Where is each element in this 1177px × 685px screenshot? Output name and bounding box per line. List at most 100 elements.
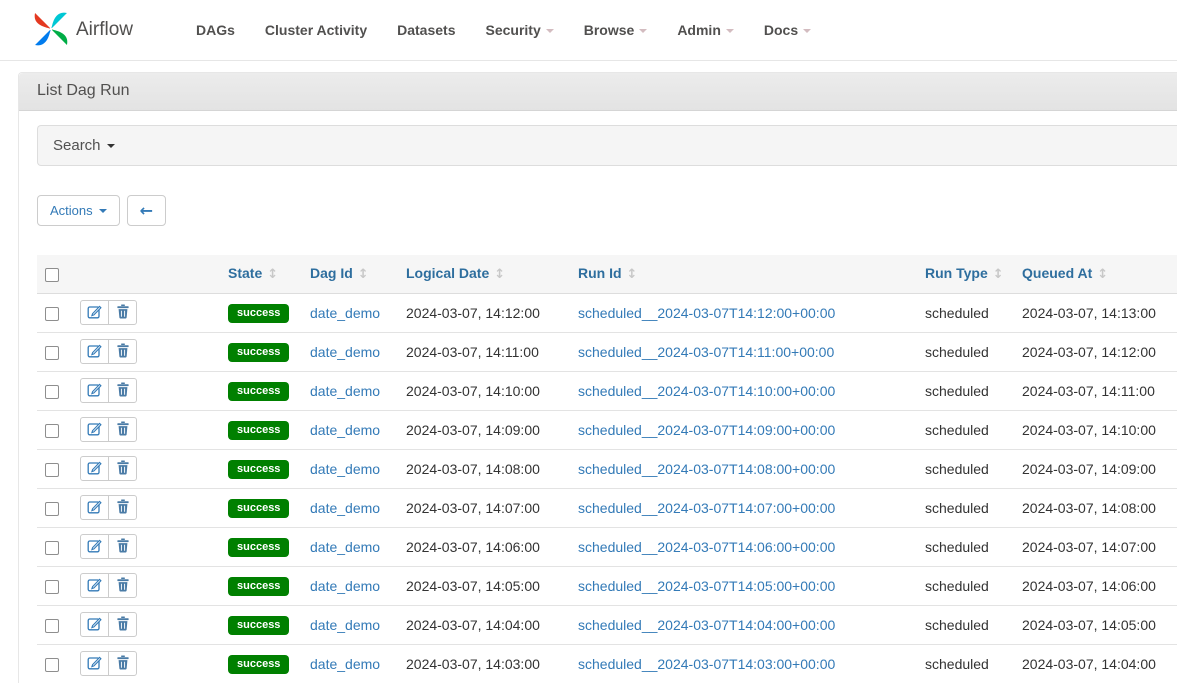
row-checkbox[interactable] (45, 502, 59, 516)
logical-date-cell: 2024-03-07, 14:10:00 (398, 371, 570, 410)
dag-id-link[interactable]: date_demo (310, 539, 380, 555)
sort-icon[interactable]: ↕ (358, 267, 369, 282)
edit-button[interactable] (80, 339, 109, 364)
row-checkbox[interactable] (45, 658, 59, 672)
edit-button[interactable] (80, 651, 109, 676)
nav-item-admin[interactable]: Admin (662, 12, 749, 48)
dag-id-link[interactable]: date_demo (310, 500, 380, 516)
nav-item-cluster-activity[interactable]: Cluster Activity (250, 12, 382, 48)
delete-button[interactable] (108, 573, 137, 598)
row-checkbox[interactable] (45, 424, 59, 438)
run-id-link[interactable]: scheduled__2024-03-07T14:06:00+00:00 (578, 539, 835, 555)
table-row: success date_demo 2024-03-07, 14:12:00 s… (37, 293, 1177, 332)
delete-button[interactable] (108, 495, 137, 520)
delete-button[interactable] (108, 612, 137, 637)
trash-icon (116, 538, 130, 556)
run-id-link[interactable]: scheduled__2024-03-07T14:12:00+00:00 (578, 305, 835, 321)
run-id-link[interactable]: scheduled__2024-03-07T14:08:00+00:00 (578, 461, 835, 477)
logical-date-cell: 2024-03-07, 14:09:00 (398, 410, 570, 449)
dag-id-link[interactable]: date_demo (310, 305, 380, 321)
row-checkbox[interactable] (45, 619, 59, 633)
table-row: success date_demo 2024-03-07, 14:06:00 s… (37, 527, 1177, 566)
run-id-link[interactable]: scheduled__2024-03-07T14:11:00+00:00 (578, 344, 834, 360)
queued-at-cell: 2024-03-07, 14:13:00 (1014, 293, 1177, 332)
run-id-link[interactable]: scheduled__2024-03-07T14:10:00+00:00 (578, 383, 835, 399)
delete-button[interactable] (108, 456, 137, 481)
nav-item-datasets[interactable]: Datasets (382, 12, 470, 48)
dag-id-link[interactable]: date_demo (310, 383, 380, 399)
status-badge: success (228, 655, 289, 674)
logical-date-cell: 2024-03-07, 14:05:00 (398, 566, 570, 605)
back-arrow-icon: ← (140, 203, 153, 219)
delete-button[interactable] (108, 339, 137, 364)
run-id-link[interactable]: scheduled__2024-03-07T14:07:00+00:00 (578, 500, 835, 516)
run-type-cell: scheduled (917, 644, 1014, 683)
run-id-link[interactable]: scheduled__2024-03-07T14:04:00+00:00 (578, 617, 835, 633)
chevron-down-icon (546, 29, 554, 33)
select-all-checkbox[interactable] (45, 268, 59, 282)
edit-button[interactable] (80, 573, 109, 598)
back-button[interactable]: ← (127, 195, 166, 226)
edit-pencil-icon (87, 576, 103, 595)
dag-id-link[interactable]: date_demo (310, 578, 380, 594)
run-id-link[interactable]: scheduled__2024-03-07T14:03:00+00:00 (578, 656, 835, 672)
dag-id-link[interactable]: date_demo (310, 617, 380, 633)
status-badge: success (228, 577, 289, 596)
status-badge: success (228, 538, 289, 557)
sort-icon[interactable]: ↕ (494, 267, 505, 282)
edit-button[interactable] (80, 378, 109, 403)
edit-button[interactable] (80, 456, 109, 481)
queued-at-cell: 2024-03-07, 14:06:00 (1014, 566, 1177, 605)
search-dropdown-toggle[interactable]: Search (53, 137, 115, 154)
delete-button[interactable] (108, 651, 137, 676)
delete-button[interactable] (108, 534, 137, 559)
edit-pencil-icon (87, 654, 103, 673)
queued-at-cell: 2024-03-07, 14:09:00 (1014, 449, 1177, 488)
toolbar: Actions ← (37, 195, 1177, 226)
status-badge: success (228, 499, 289, 518)
brand-title: Airflow (76, 19, 133, 41)
run-id-link[interactable]: scheduled__2024-03-07T14:05:00+00:00 (578, 578, 835, 594)
nav-item-security[interactable]: Security (470, 12, 568, 48)
sort-icon[interactable]: ↕ (993, 267, 1004, 282)
airflow-brand[interactable]: Airflow (30, 8, 133, 53)
row-checkbox[interactable] (45, 346, 59, 360)
sort-icon[interactable]: ↕ (1097, 267, 1108, 282)
edit-button[interactable] (80, 417, 109, 442)
row-checkbox[interactable] (45, 580, 59, 594)
sort-icon[interactable]: ↕ (267, 267, 278, 282)
dag-id-link[interactable]: date_demo (310, 656, 380, 672)
column-header-dag-id: Dag Id↕ (302, 255, 398, 293)
edit-button[interactable] (80, 300, 109, 325)
column-header-run-id: Run Id↕ (570, 255, 917, 293)
search-panel: Search (37, 125, 1177, 166)
logical-date-cell: 2024-03-07, 14:07:00 (398, 488, 570, 527)
run-id-link[interactable]: scheduled__2024-03-07T14:09:00+00:00 (578, 422, 835, 438)
nav-item-docs[interactable]: Docs (749, 12, 826, 48)
edit-button[interactable] (80, 495, 109, 520)
row-checkbox[interactable] (45, 307, 59, 321)
delete-button[interactable] (108, 300, 137, 325)
actions-button[interactable]: Actions (37, 195, 120, 226)
dag-run-table: State↕ Dag Id↕ Logical Date↕ Run Id↕ Run… (37, 255, 1177, 683)
edit-pencil-icon (87, 537, 103, 556)
logical-date-cell: 2024-03-07, 14:11:00 (398, 332, 570, 371)
row-checkbox[interactable] (45, 385, 59, 399)
edit-button[interactable] (80, 534, 109, 559)
row-checkbox[interactable] (45, 463, 59, 477)
sort-icon[interactable]: ↕ (627, 267, 638, 282)
dag-id-link[interactable]: date_demo (310, 422, 380, 438)
nav-item-dags[interactable]: DAGs (181, 12, 250, 48)
chevron-down-icon (639, 29, 647, 33)
dag-id-link[interactable]: date_demo (310, 461, 380, 477)
delete-button[interactable] (108, 417, 137, 442)
nav-item-browse[interactable]: Browse (569, 12, 663, 48)
run-type-cell: scheduled (917, 449, 1014, 488)
edit-button[interactable] (80, 612, 109, 637)
chevron-down-icon (803, 29, 811, 33)
run-type-cell: scheduled (917, 332, 1014, 371)
delete-button[interactable] (108, 378, 137, 403)
dag-id-link[interactable]: date_demo (310, 344, 380, 360)
row-checkbox[interactable] (45, 541, 59, 555)
panel-body: Search Actions ← (19, 111, 1177, 683)
